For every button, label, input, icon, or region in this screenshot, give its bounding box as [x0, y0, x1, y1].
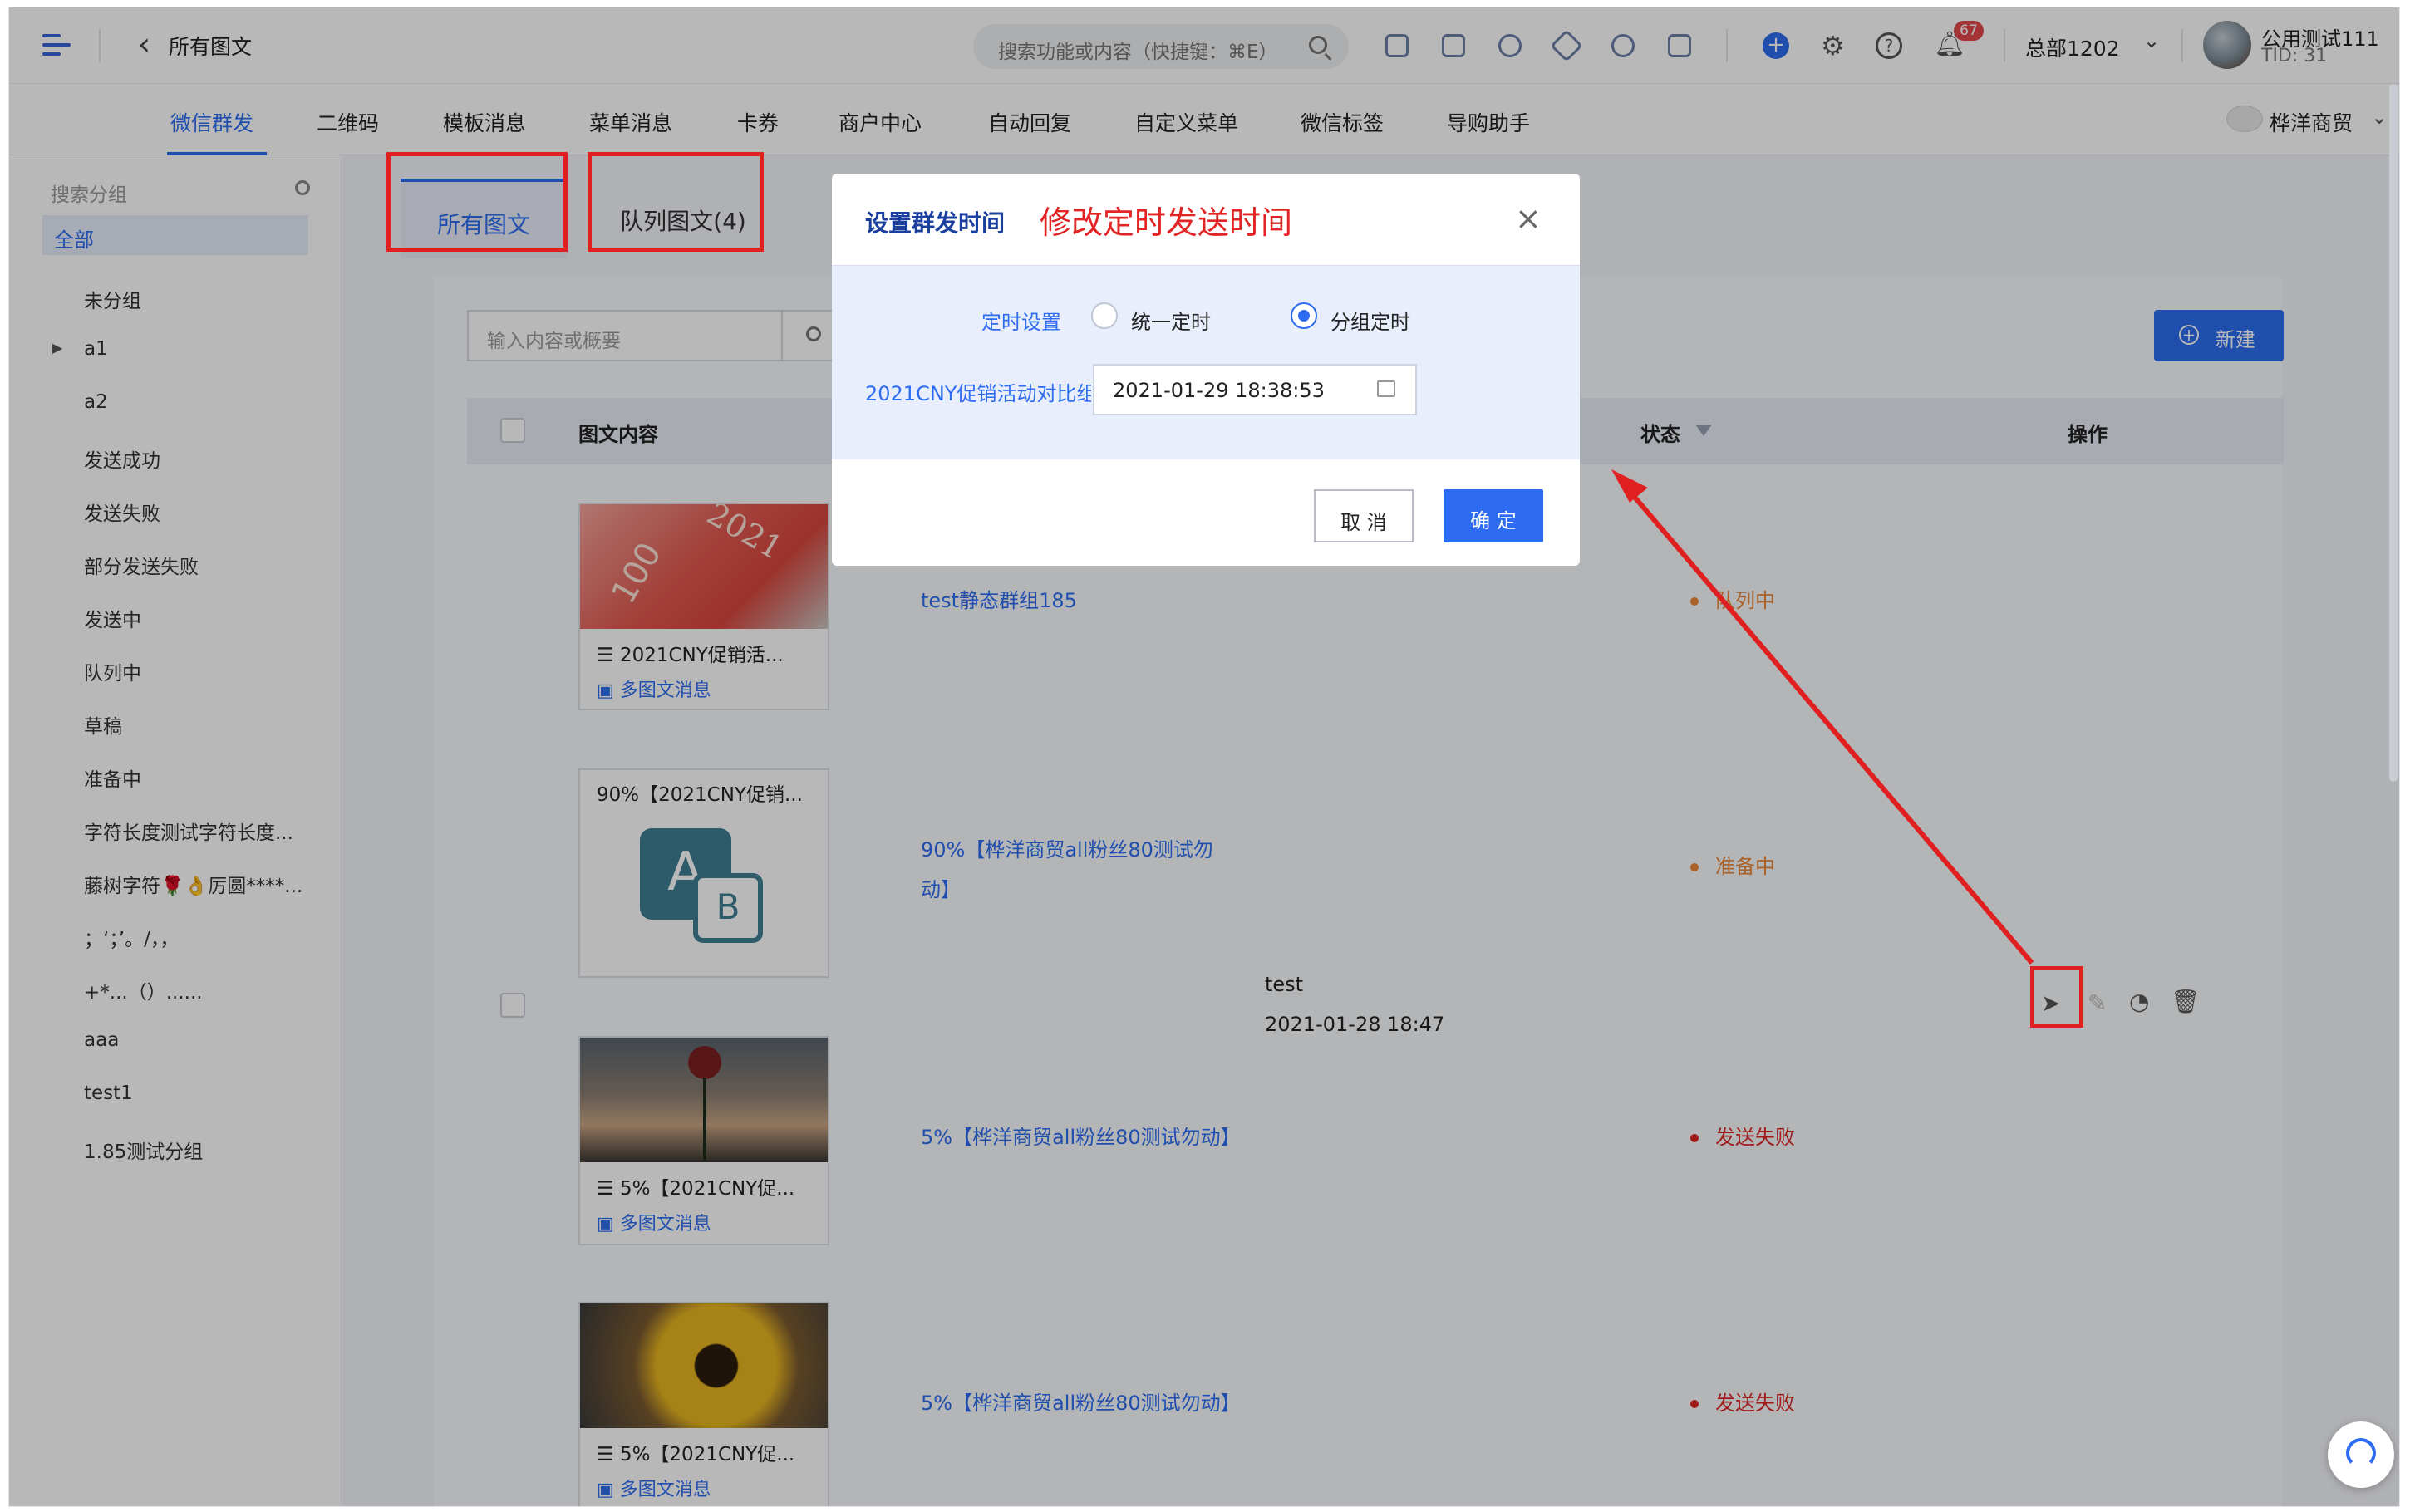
page-scrollbar[interactable] [2389, 84, 2398, 782]
group-label: 2021CNY促销活动对比组 [865, 382, 1091, 405]
app-window: ‹ 所有图文 搜索功能或内容（快捷键：⌘E） + ⚙ ? 🔔︎ 67 总部120… [8, 7, 2400, 1507]
radio-unified[interactable] [1091, 302, 1118, 329]
support-chat-button[interactable] [2328, 1421, 2394, 1488]
cancel-button[interactable]: 取 消 [1314, 489, 1414, 542]
close-icon[interactable]: × [1515, 200, 1542, 237]
radio-unified-label[interactable]: 统一定时 [1131, 306, 1211, 335]
cancel-button-label: 取 消 [1340, 511, 1387, 534]
schedule-label: 定时设置 [981, 311, 1061, 334]
annotation-box-schedule-icon [2030, 966, 2083, 1028]
schedule-dialog: 设置群发时间 修改定时发送时间 × 定时设置 统一定时 分组定时 2021CNY… [832, 174, 1580, 566]
annotation-text: 修改定时发送时间 [1040, 204, 1293, 241]
calendar-icon[interactable] [1377, 380, 1395, 397]
radio-grouped[interactable] [1291, 302, 1317, 329]
datetime-picker[interactable]: 2021-01-29 18:38:53 [1093, 364, 1417, 415]
confirm-button-label: 确 定 [1470, 509, 1517, 533]
dialog-title: 设置群发时间 [865, 209, 1006, 237]
confirm-button[interactable]: 确 定 [1444, 489, 1543, 542]
datetime-value: 2021-01-29 18:38:53 [1113, 379, 1325, 402]
dialog-body: 定时设置 统一定时 分组定时 2021CNY促销活动对比组 2021-01-29… [832, 265, 1580, 459]
annotation-box-queue-tab [588, 152, 764, 252]
headset-icon [2346, 1438, 2376, 1468]
radio-grouped-label[interactable]: 分组定时 [1330, 306, 1410, 335]
annotation-box-all-tab [386, 152, 568, 252]
